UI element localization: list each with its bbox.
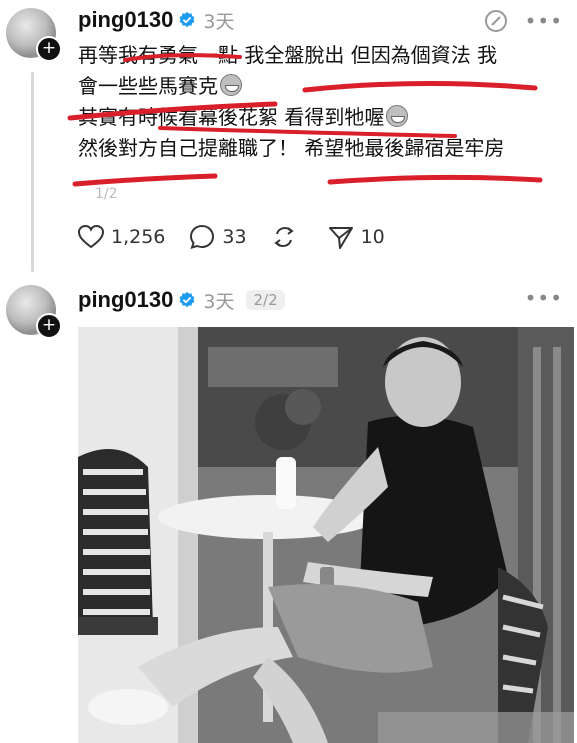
like-count: 1,256 <box>111 226 166 248</box>
post-text-line: 然後對方自己提離職了！ 希望牠最後歸宿是牢房 <box>78 133 568 164</box>
avatar[interactable]: + <box>6 285 62 339</box>
post-header: ping0130 3天 <box>78 5 234 35</box>
post-text-line: 會一些些馬賽克 <box>78 71 568 102</box>
post-text-line-2: 會一些些馬賽克 <box>78 74 218 98</box>
thread-line <box>31 72 34 272</box>
page-badge: 2/2 <box>246 290 285 310</box>
post-top-icons: ••• <box>525 288 563 308</box>
comment-count: 33 <box>222 226 247 248</box>
post-actions: 1,256 33 10 <box>78 220 409 254</box>
username[interactable]: ping0130 <box>78 7 173 33</box>
post-text-line-3: 其實有時候看幕後花絮 看得到牠喔 <box>78 105 385 129</box>
thread-post-2: + ping0130 3天 2/2 ••• <box>0 280 577 743</box>
edit-icon[interactable] <box>483 8 509 34</box>
carousel-pager: 1/2 <box>95 186 118 202</box>
post-header: ping0130 3天 2/2 <box>78 285 285 315</box>
heart-icon <box>78 225 104 249</box>
like-button[interactable]: 1,256 <box>78 225 165 249</box>
comment-icon <box>190 224 215 250</box>
repost-icon <box>273 227 294 247</box>
post-time: 3天 <box>203 10 235 33</box>
post-top-icons: ••• <box>483 8 563 34</box>
comment-button[interactable]: 33 <box>189 224 247 250</box>
share-button[interactable]: 10 <box>328 224 385 250</box>
grinning-emoji-icon <box>386 105 409 127</box>
more-options-icon[interactable]: ••• <box>525 11 563 31</box>
verified-badge-icon <box>179 291 195 308</box>
share-count: 10 <box>360 226 385 248</box>
plus-icon[interactable]: + <box>36 313 62 339</box>
photo-illustration <box>78 327 574 743</box>
verified-badge-icon <box>179 11 195 28</box>
username[interactable]: ping0130 <box>78 287 173 313</box>
more-options-icon[interactable]: ••• <box>525 288 563 308</box>
avatar[interactable]: + <box>6 8 62 62</box>
post-text-line: 其實有時候看幕後花絮 看得到牠喔 <box>78 102 568 133</box>
plus-icon[interactable]: + <box>36 36 62 62</box>
post-text-line-4: 然後對方自己提離職了！ 希望牠最後歸宿是牢房 <box>78 136 505 160</box>
post-text-line-1: 再等我有勇氣一點 我全盤脫出 但因為個資法 我 <box>78 43 498 67</box>
post-text: 再等我有勇氣一點 我全盤脫出 但因為個資法 我 會一些些馬賽克 其實有時候看幕後… <box>78 40 568 164</box>
thread-post-1: + ping0130 3天 ••• 再等我有勇氣一點 我全盤脫出 但因為個資法 … <box>0 0 577 275</box>
post-photo[interactable] <box>78 327 574 743</box>
repost-button[interactable] <box>271 224 304 250</box>
grinning-emoji-icon <box>220 74 242 96</box>
send-icon <box>328 227 353 249</box>
post-time: 3天 <box>203 290 235 313</box>
post-text-line: 再等我有勇氣一點 我全盤脫出 但因為個資法 我 <box>78 40 568 71</box>
